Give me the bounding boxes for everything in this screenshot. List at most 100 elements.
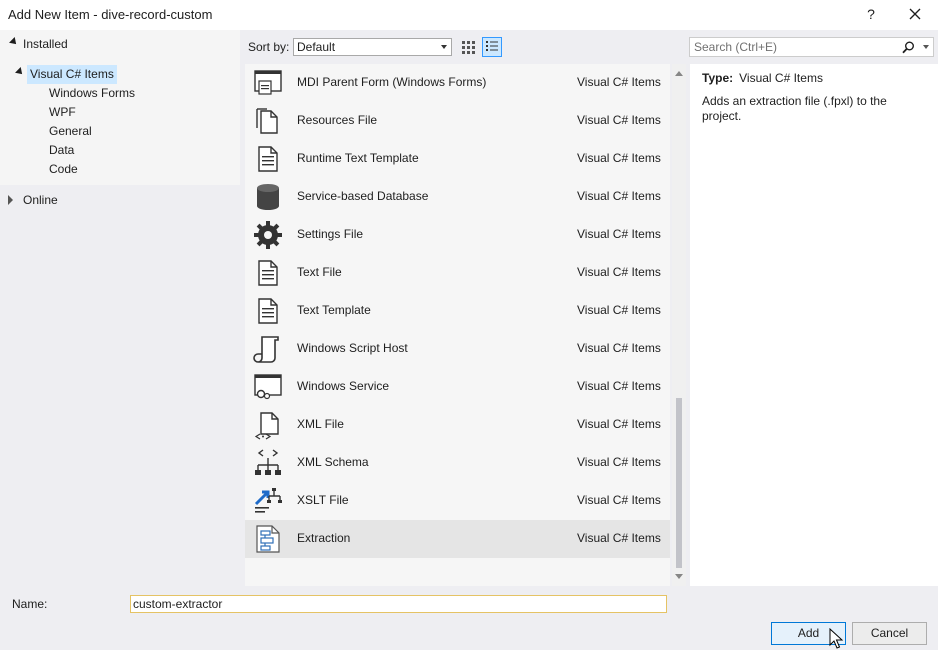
tree-label-online: Online: [23, 193, 58, 207]
template-list: MDI Parent Form (Windows Forms) Visual C…: [245, 64, 670, 586]
item-category: Visual C# Items: [577, 151, 661, 165]
item-name: Text File: [297, 265, 342, 279]
tree-label-visual-csharp-items: Visual C# Items: [27, 65, 117, 84]
tree-node-data[interactable]: Data: [46, 141, 77, 160]
item-name: Windows Script Host: [297, 341, 408, 355]
tree-node-online[interactable]: Online: [0, 190, 240, 212]
collapsed-triangle-icon[interactable]: [8, 195, 13, 205]
xslt-file-icon: [254, 488, 282, 513]
details-type-value: Visual C# Items: [739, 71, 823, 85]
expanded-triangle-icon[interactable]: [15, 67, 25, 77]
windows-service-icon: [254, 374, 282, 400]
item-category: Visual C# Items: [577, 75, 661, 89]
list-item[interactable]: Windows Service Visual C# Items: [245, 368, 670, 406]
tree-label-general: General: [49, 124, 92, 138]
footer: Name: custom-extractor Add Cancel: [0, 588, 938, 650]
item-name: XSLT File: [297, 493, 349, 507]
tree-label-online-wrap: Online: [20, 191, 61, 210]
list-item[interactable]: Resources File Visual C# Items: [245, 102, 670, 140]
details-type-label: Type:: [702, 71, 734, 85]
tree-label-code: Code: [49, 162, 78, 176]
item-name: Settings File: [297, 227, 364, 241]
tree-label-windows-forms: Windows Forms: [49, 86, 136, 100]
item-category: Visual C# Items: [577, 113, 661, 127]
chevron-down-icon[interactable]: [923, 45, 929, 49]
tree-node-general[interactable]: General: [46, 122, 95, 141]
item-category: Visual C# Items: [577, 493, 661, 507]
item-category: Visual C# Items: [577, 417, 661, 431]
item-category: Visual C# Items: [577, 379, 661, 393]
search-icon[interactable]: [902, 41, 915, 54]
tree-node-windows-forms[interactable]: Windows Forms: [46, 84, 138, 103]
item-name: Runtime Text Template: [297, 151, 419, 165]
xml-schema-icon: [255, 449, 281, 475]
item-category: Visual C# Items: [577, 189, 661, 203]
dialog-body: Installed Visual C# Items Windows Forms …: [0, 30, 938, 588]
scroll-down-icon[interactable]: [675, 574, 683, 579]
name-label: Name:: [12, 597, 48, 611]
list-item[interactable]: Text Template Visual C# Items: [245, 292, 670, 330]
list-item[interactable]: XML File Visual C# Items: [245, 406, 670, 444]
resources-file-icon: [256, 108, 278, 134]
scroll-up-icon[interactable]: [675, 71, 683, 76]
tree-node-wpf[interactable]: WPF: [46, 103, 79, 122]
list-item[interactable]: XML Schema Visual C# Items: [245, 444, 670, 482]
expanded-triangle-icon[interactable]: [9, 37, 19, 47]
item-category: Visual C# Items: [577, 531, 661, 545]
details-pane: Type: Visual C# Items Adds an extraction …: [690, 64, 938, 586]
tree-node-code[interactable]: Code: [46, 160, 81, 179]
list-item[interactable]: MDI Parent Form (Windows Forms) Visual C…: [245, 64, 670, 102]
chevron-down-icon: [441, 45, 447, 49]
item-name: XML Schema: [297, 455, 369, 469]
list-item[interactable]: Windows Script Host Visual C# Items: [245, 330, 670, 368]
item-name: Windows Service: [297, 379, 390, 393]
tree-label-wpf: WPF: [49, 105, 76, 119]
list-item[interactable]: XSLT File Visual C# Items: [245, 482, 670, 520]
help-button[interactable]: ?: [862, 4, 880, 24]
item-category: Visual C# Items: [577, 455, 661, 469]
tree-label-installed: Installed: [23, 37, 68, 51]
list-item[interactable]: Extraction Visual C# Items: [245, 520, 670, 558]
item-name: Service-based Database: [297, 189, 429, 203]
scroll-thumb[interactable]: [676, 398, 682, 568]
grid-view-icon[interactable]: [458, 37, 478, 57]
item-name: XML File: [297, 417, 344, 431]
cancel-button[interactable]: Cancel: [852, 622, 927, 645]
window-title: Add New Item - dive-record-custom: [8, 7, 213, 22]
item-name: Resources File: [297, 113, 378, 127]
sort-dropdown[interactable]: Default: [293, 38, 452, 56]
list-item[interactable]: Service-based Database Visual C# Items: [245, 178, 670, 216]
item-name: Text Template: [297, 303, 371, 317]
title-bar: Add New Item - dive-record-custom ?: [0, 0, 938, 30]
sort-value: Default: [297, 40, 336, 54]
search-input[interactable]: Search (Ctrl+E): [689, 37, 934, 57]
item-category: Visual C# Items: [577, 303, 661, 317]
list-item[interactable]: Runtime Text Template Visual C# Items: [245, 140, 670, 178]
list-scrollbar[interactable]: [672, 64, 686, 586]
list-view-icon: [486, 41, 498, 51]
tree-label-data: Data: [49, 143, 75, 157]
list-view-button[interactable]: [482, 37, 502, 57]
name-input[interactable]: custom-extractor: [130, 595, 667, 613]
item-name: Extraction: [297, 531, 351, 545]
details-description: Adds an extraction file (.fpxl) to the p…: [702, 94, 887, 123]
details-type: Type: Visual C# Items: [702, 71, 823, 85]
text-file-icon: [258, 260, 278, 286]
close-icon[interactable]: [903, 3, 927, 25]
item-category: Visual C# Items: [577, 227, 661, 241]
script-icon: [253, 336, 279, 363]
mdi-form-icon: [254, 70, 282, 95]
mouse-cursor-icon: [829, 628, 843, 649]
database-icon: [257, 184, 279, 210]
search-placeholder: Search (Ctrl+E): [694, 40, 778, 54]
sort-label: Sort by:: [248, 40, 290, 54]
xml-file-icon: [254, 412, 279, 440]
item-category: Visual C# Items: [577, 341, 661, 355]
item-category: Visual C# Items: [577, 265, 661, 279]
template-tree: Installed Visual C# Items Windows Forms …: [0, 30, 240, 185]
list-item[interactable]: Settings File Visual C# Items: [245, 216, 670, 254]
gear-icon: [254, 221, 282, 249]
extraction-icon: [256, 525, 280, 553]
list-item[interactable]: Text File Visual C# Items: [245, 254, 670, 292]
item-name: MDI Parent Form (Windows Forms): [297, 75, 487, 89]
